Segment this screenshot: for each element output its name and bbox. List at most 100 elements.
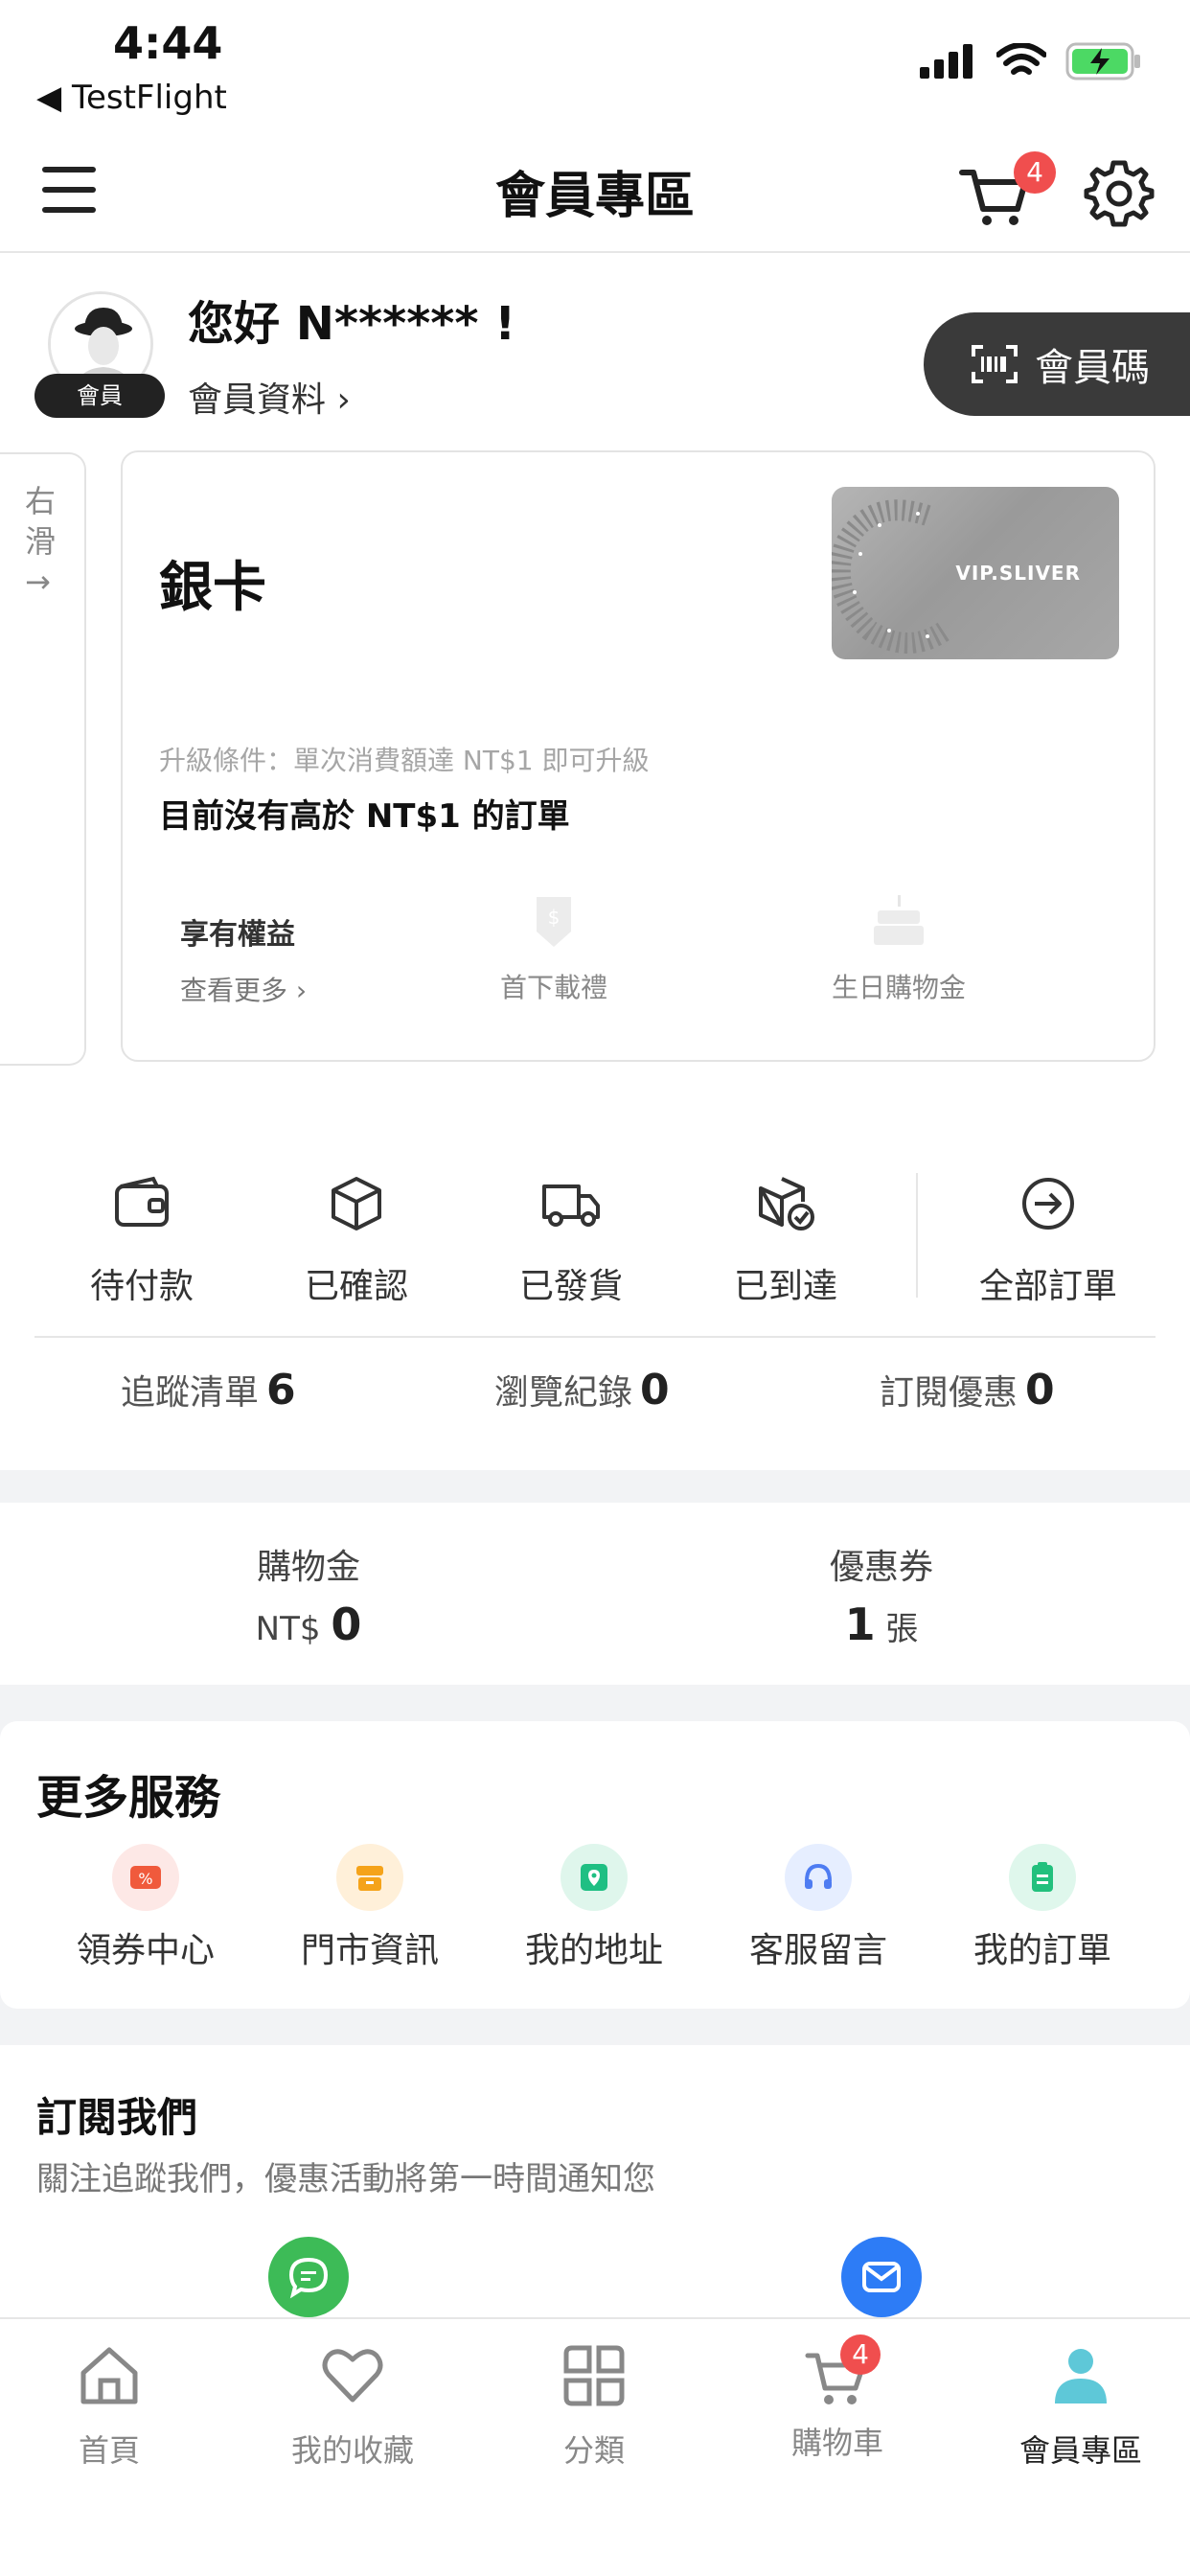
service-my-orders[interactable]: 我的訂單	[937, 1844, 1148, 1972]
coupons-value: 1 張	[738, 1598, 1025, 1650]
gear-icon	[1084, 160, 1155, 227]
svg-text:%: %	[138, 1870, 152, 1888]
bottom-tab-bar: 首頁 我的收藏 分類 4 購物車 會員專區	[0, 2317, 1190, 2576]
barcode-scan-icon	[972, 345, 1018, 383]
tab-favorites[interactable]: 我的收藏	[257, 2342, 448, 2471]
order-pending-payment-label: 待付款	[89, 1267, 194, 1306]
subscribe-description: 關注追蹤我們，優惠活動將第一時間通知您	[36, 2160, 655, 2198]
service-customer-message[interactable]: 客服留言	[713, 1844, 924, 1972]
member-code-label: 會員碼	[1035, 346, 1150, 390]
previous-card-peek[interactable]: 右滑→	[0, 452, 86, 1066]
tab-category[interactable]: 分類	[498, 2342, 690, 2471]
tab-cart-icon-wrap: 4	[804, 2334, 881, 2409]
greeting-text: 您好 N****** !	[188, 297, 516, 351]
all-orders-label: 全部訂單	[978, 1267, 1117, 1306]
subscribe-title: 訂閱我們	[36, 2094, 198, 2141]
wifi-icon	[996, 43, 1046, 75]
order-confirmed-label: 已確認	[304, 1267, 408, 1306]
box-icon	[332, 1177, 381, 1230]
stat-history[interactable]: 瀏覽紀錄 0	[494, 1365, 670, 1414]
clipboard-icon	[1009, 1844, 1076, 1911]
stat-subscription-label: 訂閱優惠	[880, 1373, 1018, 1413]
benefit-1-label: 首下載禮	[499, 972, 607, 1003]
more-services-section: 更多服務 % 領券中心 門市資訊 我的地址 客服留言 我的訂單	[0, 1721, 1190, 2009]
cellular-signal-icon	[920, 44, 973, 79]
services-title: 更多服務	[36, 1771, 221, 1825]
profile-section: 會員 您好 N****** ! 會員資料 › 會員碼 右滑→ 銀卡 VIP.SL…	[0, 253, 1190, 1102]
order-note: 目前沒有高於 NT$1 的訂單	[159, 797, 570, 836]
shopping-credit-amount: 0	[331, 1598, 362, 1650]
category-grid-icon	[563, 2345, 625, 2406]
service-customer-message-label: 客服留言	[748, 1931, 887, 1970]
tab-member[interactable]: 會員專區	[985, 2342, 1177, 2471]
box-check-icon	[759, 1177, 814, 1230]
coupons[interactable]: 優惠券 1 張	[738, 1539, 1025, 1650]
card-tier-title: 銀卡	[159, 557, 266, 619]
store-icon	[336, 1844, 403, 1911]
shopping-credit[interactable]: 購物金 NT$ 0	[165, 1539, 452, 1650]
shopping-credit-value: NT$ 0	[165, 1598, 452, 1650]
vip-card-label: VIP.SLIVER	[955, 562, 1081, 585]
all-orders-button[interactable]: 全部訂單	[952, 1173, 1144, 1308]
order-confirmed[interactable]: 已確認	[261, 1173, 452, 1308]
stat-history-label: 瀏覽紀錄	[494, 1373, 633, 1413]
stat-subscription[interactable]: 訂閱優惠 0	[880, 1365, 1055, 1414]
service-my-orders-label: 我的訂單	[973, 1931, 1111, 1970]
swipe-hint: 右滑→	[25, 483, 57, 600]
orders-divider-line	[34, 1336, 1156, 1338]
settings-button[interactable]	[1083, 157, 1159, 234]
status-bar: 4:44 ◀ TestFlight	[0, 0, 1190, 134]
mail-icon	[862, 2262, 901, 2292]
member-code-button[interactable]: 會員碼	[924, 312, 1190, 416]
order-shipped[interactable]: 已發貨	[475, 1173, 667, 1308]
tab-cart-label: 購物車	[790, 2425, 883, 2461]
coupons-unit: 張	[885, 1610, 919, 1648]
back-to-testflight[interactable]: ◀ TestFlight	[36, 79, 227, 117]
email-subscribe-button[interactable]	[841, 2237, 922, 2317]
stat-subscription-value: 0	[1025, 1366, 1055, 1414]
member-info-link[interactable]: 會員資料 ›	[188, 372, 351, 422]
arrow-circle-right-icon	[1022, 1178, 1074, 1230]
tab-cart[interactable]: 4 購物車	[742, 2334, 933, 2463]
status-time: 4:44	[113, 17, 223, 69]
coupon-center-icon: %	[112, 1844, 179, 1911]
stat-wishlist-value: 6	[266, 1366, 296, 1414]
home-icon	[80, 2347, 138, 2404]
heart-icon	[322, 2349, 383, 2403]
order-pending-payment[interactable]: 待付款	[46, 1173, 238, 1308]
service-my-address[interactable]: 我的地址	[489, 1844, 699, 1972]
order-divider	[916, 1173, 918, 1298]
stat-wishlist-label: 追蹤清單	[121, 1373, 260, 1413]
member-level-tag: 會員	[34, 374, 165, 418]
shopping-credit-prefix: NT$	[255, 1610, 321, 1648]
upgrade-condition: 升級條件：單次消費額達 NT$1 即可升級	[159, 745, 650, 776]
order-shipped-label: 已發貨	[518, 1267, 623, 1306]
membership-card[interactable]: 銀卡 VIP.SLIVER 升級條件：單次消費額達 NT$1 即可升級 目前沒有…	[121, 450, 1156, 1062]
coupons-label: 優惠券	[829, 1548, 933, 1587]
chat-bubble-icon	[288, 2257, 329, 2299]
service-my-address-label: 我的地址	[524, 1931, 663, 1970]
svg-text:$: $	[548, 906, 561, 929]
tab-favorites-label: 我的收藏	[290, 2432, 414, 2469]
cart-button[interactable]: 4	[958, 151, 1056, 232]
service-store-info[interactable]: 門市資訊	[264, 1844, 475, 1972]
line-chat-button[interactable]	[268, 2237, 349, 2317]
benefit-download-gift[interactable]: $ 首下載禮	[468, 893, 640, 1005]
benefits-more-link[interactable]: 查看更多 ›	[180, 970, 307, 1008]
order-arrived-label: 已到達	[733, 1267, 837, 1306]
order-arrived[interactable]: 已到達	[690, 1173, 881, 1308]
battery-charging-icon	[1065, 42, 1140, 80]
tab-cart-badge: 4	[840, 2334, 881, 2375]
status-icons	[920, 42, 1142, 80]
benefit-birthday[interactable]: 生日購物金	[793, 893, 1004, 1005]
cart-badge: 4	[1014, 151, 1056, 194]
service-coupon-center[interactable]: % 領券中心	[40, 1844, 251, 1972]
stat-wishlist[interactable]: 追蹤清單 6	[121, 1365, 296, 1414]
tab-home[interactable]: 首頁	[13, 2342, 205, 2471]
wallet-icon	[115, 1176, 169, 1227]
truck-icon	[542, 1184, 600, 1227]
birthday-cake-icon	[874, 895, 924, 945]
location-icon	[561, 1844, 628, 1911]
tab-home-label: 首頁	[78, 2432, 140, 2469]
service-coupon-center-label: 領券中心	[76, 1931, 215, 1970]
